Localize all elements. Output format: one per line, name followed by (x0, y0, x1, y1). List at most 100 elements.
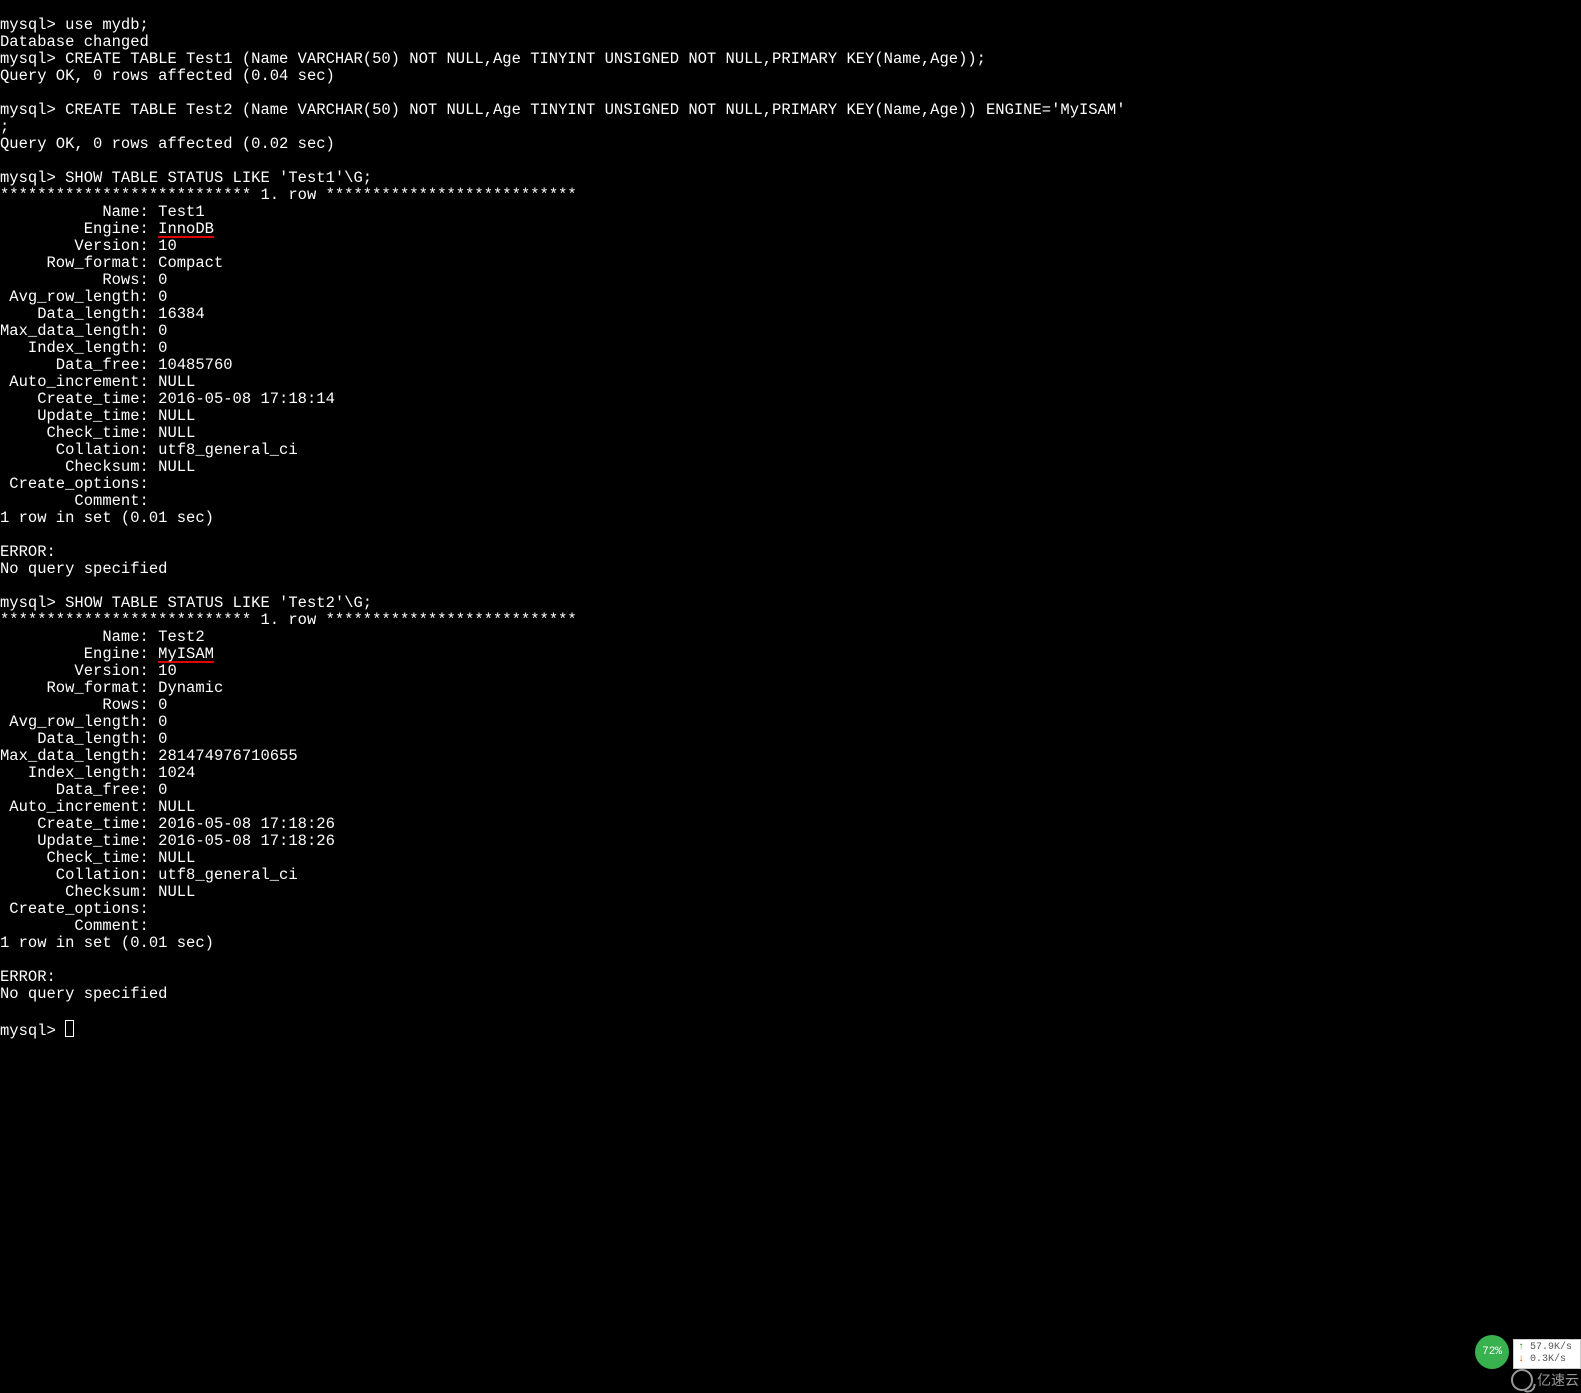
field-engine-label: Engine: (0, 220, 158, 238)
msg-noquery: No query specified (0, 985, 167, 1003)
field-avgrowlen-value: 0 (158, 713, 167, 731)
cmd-status-test2: SHOW TABLE STATUS LIKE 'Test2'\G; (65, 594, 372, 612)
field-engine-value-highlighted: InnoDB (158, 222, 214, 238)
field-createtime-value: 2016-05-08 17:18:14 (158, 390, 335, 408)
field-maxdatalen-label: Max_data_length: (0, 322, 158, 340)
field-maxdatalen-value: 281474976710655 (158, 747, 298, 765)
watermark-text: 亿速云 (1537, 1372, 1579, 1389)
field-collation-label: Collation: (0, 866, 158, 884)
prompt: mysql> (0, 101, 56, 119)
field-collation-label: Collation: (0, 441, 158, 459)
field-createtime-label: Create_time: (0, 815, 158, 833)
percent-badge[interactable]: 72% (1475, 1335, 1509, 1369)
field-checksum-label: Checksum: (0, 458, 158, 476)
field-rowformat-label: Row_format: (0, 679, 158, 697)
prompt: mysql> (0, 1022, 56, 1040)
field-version-value: 10 (158, 662, 177, 680)
field-version-value: 10 (158, 237, 177, 255)
cursor[interactable] (65, 1020, 74, 1037)
field-updatetime-label: Update_time: (0, 832, 158, 850)
msg-error: ERROR: (0, 968, 56, 986)
cmd-status-test1: SHOW TABLE STATUS LIKE 'Test1'\G; (65, 169, 372, 187)
field-name-label: Name: (0, 628, 158, 646)
field-datafree-value: 0 (158, 781, 167, 799)
field-createtime-value: 2016-05-08 17:18:26 (158, 815, 335, 833)
field-datafree-value: 10485760 (158, 356, 232, 374)
field-createtime-label: Create_time: (0, 390, 158, 408)
cmd-create-test2: CREATE TABLE Test2 (Name VARCHAR(50) NOT… (65, 101, 1125, 119)
field-rowformat-label: Row_format: (0, 254, 158, 272)
field-checksum-value: NULL (158, 458, 195, 476)
field-rowformat-value: Compact (158, 254, 223, 272)
field-updatetime-value: NULL (158, 407, 195, 425)
field-indexlen-value: 0 (158, 339, 167, 357)
field-maxdatalen-value: 0 (158, 322, 167, 340)
field-checktime-label: Check_time: (0, 424, 158, 442)
row-separator: *************************** 1. row *****… (0, 186, 577, 204)
field-datafree-label: Data_free: (0, 356, 158, 374)
terminal-output[interactable]: mysql> use mydb; Database changed mysql>… (0, 0, 1581, 1040)
field-avgrowlen-label: Avg_row_length: (0, 713, 158, 731)
field-autoincr-label: Auto_increment: (0, 373, 158, 391)
field-datalen-label: Data_length: (0, 305, 158, 323)
field-checksum-label: Checksum: (0, 883, 158, 901)
field-avgrowlen-label: Avg_row_length: (0, 288, 158, 306)
field-rows-value: 0 (158, 696, 167, 714)
msg-rowset1: 1 row in set (0.01 sec) (0, 509, 214, 527)
prompt: mysql> (0, 594, 56, 612)
field-indexlen-value: 1024 (158, 764, 195, 782)
msg-create2-ok: Query OK, 0 rows affected (0.02 sec) (0, 135, 335, 153)
row-separator: *************************** 1. row *****… (0, 611, 577, 629)
field-engine-value-highlighted: MyISAM (158, 647, 214, 663)
field-datalen-value: 16384 (158, 305, 205, 323)
network-speed-widget[interactable]: 57.9K/s 0.3K/s (1513, 1339, 1581, 1369)
cmd-create-test2-tail: ; (0, 118, 9, 136)
field-createopts-label: Create_options: (0, 900, 149, 918)
field-rows-value: 0 (158, 271, 167, 289)
field-checksum-value: NULL (158, 883, 195, 901)
field-checktime-label: Check_time: (0, 849, 158, 867)
field-checktime-value: NULL (158, 424, 195, 442)
field-indexlen-label: Index_length: (0, 339, 158, 357)
field-createopts-label: Create_options: (0, 475, 149, 493)
field-name-value: Test1 (158, 203, 205, 221)
watermark: 亿速云 (1511, 1369, 1579, 1391)
field-rows-label: Rows: (0, 271, 158, 289)
field-avgrowlen-value: 0 (158, 288, 167, 306)
field-collation-value: utf8_general_ci (158, 866, 298, 884)
field-rowformat-value: Dynamic (158, 679, 223, 697)
msg-noquery: No query specified (0, 560, 167, 578)
network-up: 57.9K/s (1518, 1342, 1576, 1354)
field-datalen-value: 0 (158, 730, 167, 748)
field-version-label: Version: (0, 237, 158, 255)
field-datalen-label: Data_length: (0, 730, 158, 748)
field-comment-label: Comment: (0, 917, 149, 935)
prompt: mysql> (0, 50, 56, 68)
msg-db-changed: Database changed (0, 33, 149, 51)
msg-rowset2: 1 row in set (0.01 sec) (0, 934, 214, 952)
field-updatetime-label: Update_time: (0, 407, 158, 425)
prompt: mysql> (0, 169, 56, 187)
cmd-use: use mydb; (65, 16, 149, 34)
field-version-label: Version: (0, 662, 158, 680)
field-updatetime-value: 2016-05-08 17:18:26 (158, 832, 335, 850)
prompt: mysql> (0, 16, 56, 34)
field-autoincr-value: NULL (158, 798, 195, 816)
field-indexlen-label: Index_length: (0, 764, 158, 782)
field-checktime-value: NULL (158, 849, 195, 867)
field-autoincr-label: Auto_increment: (0, 798, 158, 816)
field-name-label: Name: (0, 203, 158, 221)
field-datafree-label: Data_free: (0, 781, 158, 799)
watermark-icon (1511, 1369, 1533, 1391)
cmd-create-test1: CREATE TABLE Test1 (Name VARCHAR(50) NOT… (65, 50, 986, 68)
field-maxdatalen-label: Max_data_length: (0, 747, 158, 765)
field-engine-label: Engine: (0, 645, 158, 663)
msg-create1-ok: Query OK, 0 rows affected (0.04 sec) (0, 67, 335, 85)
field-name-value: Test2 (158, 628, 205, 646)
msg-error: ERROR: (0, 543, 56, 561)
field-comment-label: Comment: (0, 492, 149, 510)
field-collation-value: utf8_general_ci (158, 441, 298, 459)
field-rows-label: Rows: (0, 696, 158, 714)
network-down: 0.3K/s (1518, 1354, 1576, 1366)
field-autoincr-value: NULL (158, 373, 195, 391)
